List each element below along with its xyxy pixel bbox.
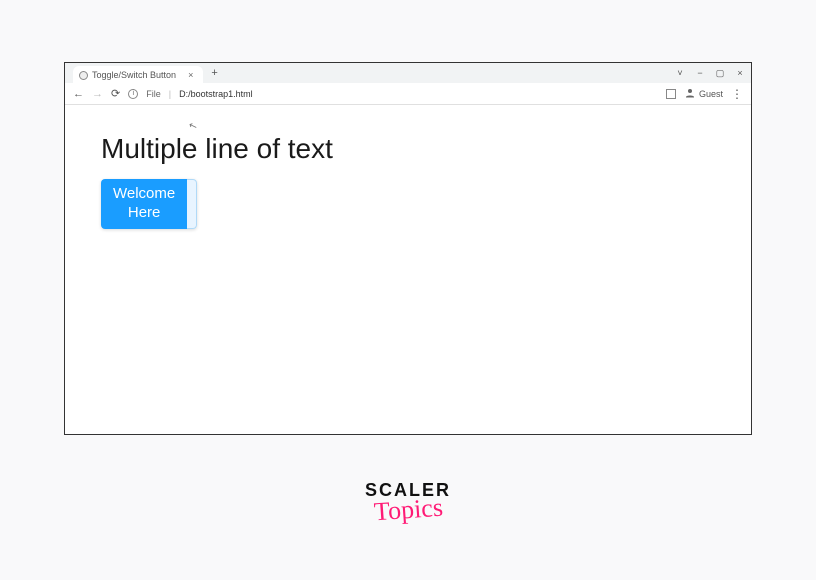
tab-favicon-icon (79, 71, 88, 80)
new-tab-button[interactable]: + (211, 67, 217, 79)
person-icon (684, 87, 696, 101)
toggle-main-button[interactable]: Welcome Here (101, 179, 187, 229)
tab-title: Toggle/Switch Button (92, 70, 176, 80)
site-info-icon[interactable]: i (128, 89, 138, 99)
addr-separator: | (169, 89, 171, 99)
watermark-line2: Topics (373, 493, 444, 528)
window-restore-button[interactable]: ▢ (715, 68, 725, 79)
address-bar-url[interactable]: D:/bootstrap1.html (179, 89, 253, 99)
window-controls: ˅ − ▢ × (675, 63, 745, 83)
forward-button[interactable]: → (92, 88, 103, 100)
dropdown-icon[interactable]: ˅ (675, 68, 685, 78)
menu-kebab-icon[interactable]: ⋮ (731, 88, 743, 100)
button-line1: Welcome (113, 185, 175, 202)
button-line2: Here (128, 204, 161, 221)
toggle-split-button[interactable] (187, 179, 197, 229)
browser-toolbar: ← → ⟳ i File | D:/bootstrap1.html Guest … (65, 83, 751, 105)
watermark: SCALER Topics (365, 480, 451, 525)
mouse-cursor-icon: ↖ (187, 120, 199, 133)
window-minimize-button[interactable]: − (695, 68, 705, 78)
toolbar-right: Guest ⋮ (666, 87, 743, 101)
tab-close-icon[interactable]: × (188, 70, 193, 80)
toggle-button-group: Welcome Here (101, 179, 197, 229)
browser-tab[interactable]: Toggle/Switch Button × (73, 66, 203, 84)
tab-strip: Toggle/Switch Button × + ˅ − ▢ × (65, 63, 751, 83)
back-button[interactable]: ← (73, 88, 84, 100)
window-close-button[interactable]: × (735, 68, 745, 78)
profile-label: Guest (699, 89, 723, 99)
reload-button[interactable]: ⟳ (111, 87, 120, 100)
page-heading: Multiple line of text (101, 133, 715, 165)
page-viewport: ↖ Multiple line of text Welcome Here (65, 105, 751, 434)
browser-window: Toggle/Switch Button × + ˅ − ▢ × ← → ⟳ i… (64, 62, 752, 435)
profile-button[interactable]: Guest (684, 87, 723, 101)
addr-scheme-label: File (146, 89, 161, 99)
extensions-icon[interactable] (666, 89, 676, 99)
